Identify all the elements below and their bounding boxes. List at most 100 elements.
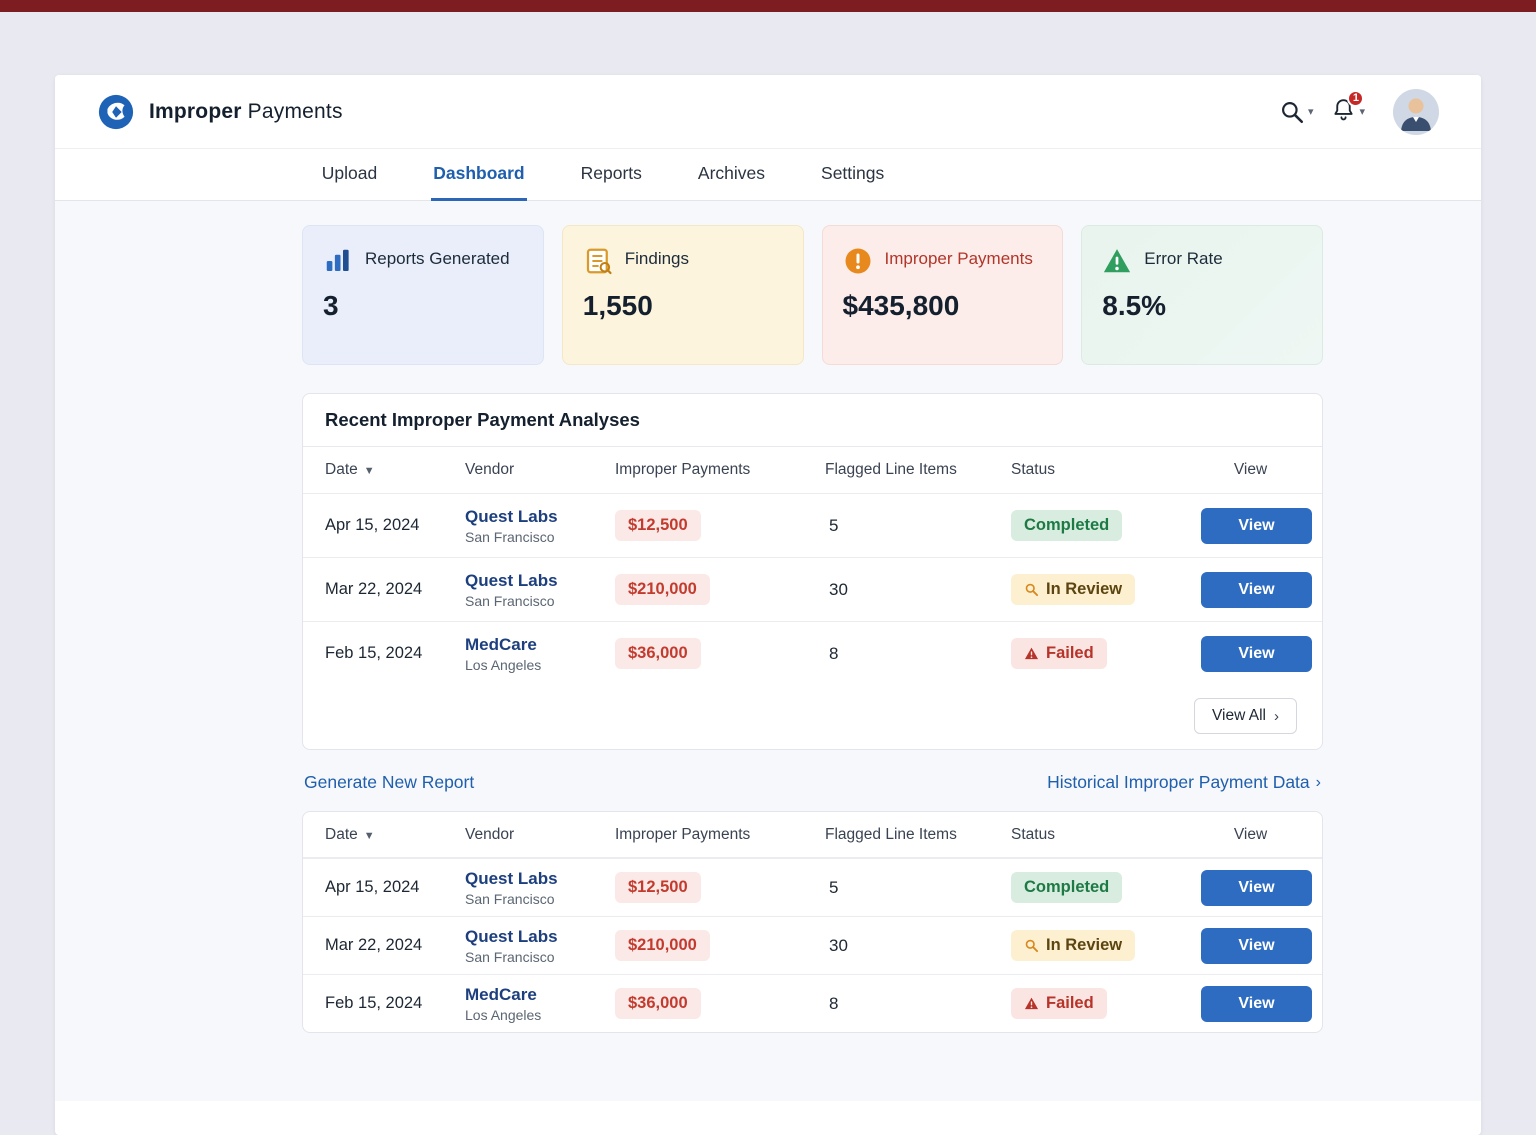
status-badge: In Review: [1011, 930, 1135, 961]
col-vendor: Vendor: [465, 461, 615, 479]
main-nav: Upload Dashboard Reports Archives Settin…: [55, 149, 1481, 201]
avatar[interactable]: [1393, 89, 1439, 135]
dashboard-content: Reports Generated 3 Fi: [55, 201, 1481, 1101]
historical-data-link[interactable]: Historical Improper Payment Data ›: [1047, 772, 1321, 793]
top-strip: [0, 0, 1536, 12]
vendor-cell: Quest Labs San Francisco: [465, 869, 615, 907]
row-date: Apr 15, 2024: [325, 878, 465, 897]
view-button[interactable]: View: [1201, 572, 1312, 608]
view-button[interactable]: View: [1201, 986, 1312, 1022]
col-view: View: [1201, 826, 1300, 844]
vendor-cell: Quest Labs San Francisco: [465, 571, 615, 609]
app-window: Improper Payments ▾ 1 ▾: [55, 75, 1481, 1135]
vendor-link[interactable]: MedCare: [465, 985, 615, 1005]
vendor-link[interactable]: Quest Labs: [465, 507, 615, 527]
vendor-link[interactable]: Quest Labs: [465, 869, 615, 889]
row-date: Mar 22, 2024: [325, 936, 465, 955]
magnifier-icon: [1024, 582, 1039, 597]
status-badge: Failed: [1011, 988, 1107, 1019]
bar-chart-icon: [323, 246, 353, 276]
row-date: Feb 15, 2024: [325, 994, 465, 1013]
status-badge: Completed: [1011, 872, 1122, 903]
view-button[interactable]: View: [1201, 636, 1312, 672]
col-view: View: [1201, 461, 1300, 479]
stat-label: Improper Payments: [885, 246, 1033, 271]
table-row: Mar 22, 2024 Quest Labs San Francisco $2…: [303, 916, 1322, 974]
col-status: Status: [1011, 826, 1201, 844]
search-button[interactable]: ▾: [1275, 95, 1318, 129]
flagged-count: 8: [825, 994, 1011, 1014]
vendor-cell: MedCare Los Angeles: [465, 985, 615, 1023]
stat-card-reports-generated: Reports Generated 3: [302, 225, 544, 365]
amount-chip: $36,000: [615, 988, 701, 1019]
row-date: Apr 15, 2024: [325, 516, 465, 535]
amount-chip: $12,500: [615, 872, 701, 903]
recent-analyses-card: Recent Improper Payment Analyses Date▼ V…: [302, 393, 1323, 750]
flagged-count: 30: [825, 936, 1011, 956]
view-button[interactable]: View: [1201, 870, 1312, 906]
view-button[interactable]: View: [1201, 928, 1312, 964]
vendor-city: Los Angeles: [465, 1007, 615, 1023]
vendor-link[interactable]: Quest Labs: [465, 927, 615, 947]
vendor-city: San Francisco: [465, 529, 615, 545]
stat-card-error-rate: Error Rate 8.5%: [1081, 225, 1323, 365]
stat-card-improper-payments: Improper Payments $435,800: [822, 225, 1064, 365]
flagged-count: 5: [825, 516, 1011, 536]
stat-value: 8.5%: [1102, 290, 1304, 322]
col-flagged-line-items: Flagged Line Items: [825, 826, 1011, 844]
table-row: Apr 15, 2024 Quest Labs San Francisco $1…: [303, 493, 1322, 557]
avatar-image: [1393, 89, 1439, 135]
table-row: Mar 22, 2024 Quest Labs San Francisco $2…: [303, 557, 1322, 621]
stat-label: Findings: [625, 246, 689, 271]
amount-chip: $12,500: [615, 510, 701, 541]
table-header: Date▼ Vendor Improper Payments Flagged L…: [303, 812, 1322, 858]
warning-triangle-icon: [1024, 996, 1039, 1011]
history-table-card: Date▼ Vendor Improper Payments Flagged L…: [302, 811, 1323, 1033]
col-date[interactable]: Date▼: [325, 461, 465, 479]
chevron-down-icon: ▾: [1359, 105, 1365, 118]
view-button[interactable]: View: [1201, 508, 1312, 544]
chevron-right-icon: ›: [1316, 774, 1321, 792]
sort-caret-icon: ▼: [364, 465, 375, 477]
notifications-button[interactable]: 1 ▾: [1327, 93, 1369, 131]
flagged-count: 5: [825, 878, 1011, 898]
table-row: Feb 15, 2024 MedCare Los Angeles $36,000…: [303, 974, 1322, 1032]
stat-label: Reports Generated: [365, 246, 510, 271]
alert-triangle-icon: [1102, 246, 1132, 276]
magnifier-icon: [1024, 938, 1039, 953]
vendor-city: Los Angeles: [465, 657, 615, 673]
vendor-cell: MedCare Los Angeles: [465, 635, 615, 673]
stat-value: $435,800: [843, 290, 1045, 322]
flagged-count: 30: [825, 580, 1011, 600]
vendor-link[interactable]: Quest Labs: [465, 571, 615, 591]
col-flagged-line-items: Flagged Line Items: [825, 461, 1011, 479]
findings-icon: [583, 246, 613, 276]
col-improper-payments: Improper Payments: [615, 826, 825, 844]
vendor-link[interactable]: MedCare: [465, 635, 615, 655]
notification-badge: 1: [1347, 90, 1364, 107]
vendor-cell: Quest Labs San Francisco: [465, 927, 615, 965]
tab-settings[interactable]: Settings: [819, 149, 886, 201]
search-icon: [1279, 99, 1305, 125]
col-date[interactable]: Date▼: [325, 826, 465, 844]
col-status: Status: [1011, 461, 1201, 479]
sort-caret-icon: ▼: [364, 830, 375, 842]
tab-upload[interactable]: Upload: [320, 149, 379, 201]
stat-label: Error Rate: [1144, 246, 1222, 271]
warning-triangle-icon: [1024, 646, 1039, 661]
vendor-cell: Quest Labs San Francisco: [465, 507, 615, 545]
generate-report-link[interactable]: Generate New Report: [304, 772, 474, 793]
tab-dashboard[interactable]: Dashboard: [431, 149, 526, 201]
stat-card-findings: Findings 1,550: [562, 225, 804, 365]
chevron-down-icon: ▾: [1308, 105, 1314, 118]
col-improper-payments: Improper Payments: [615, 461, 825, 479]
stat-value: 1,550: [583, 290, 785, 322]
row-date: Mar 22, 2024: [325, 580, 465, 599]
tab-archives[interactable]: Archives: [696, 149, 767, 201]
status-badge: In Review: [1011, 574, 1135, 605]
tab-reports[interactable]: Reports: [579, 149, 644, 201]
amount-chip: $36,000: [615, 638, 701, 669]
alert-circle-icon: [843, 246, 873, 276]
chevron-right-icon: ›: [1274, 708, 1279, 725]
view-all-button[interactable]: View All ›: [1194, 698, 1297, 734]
